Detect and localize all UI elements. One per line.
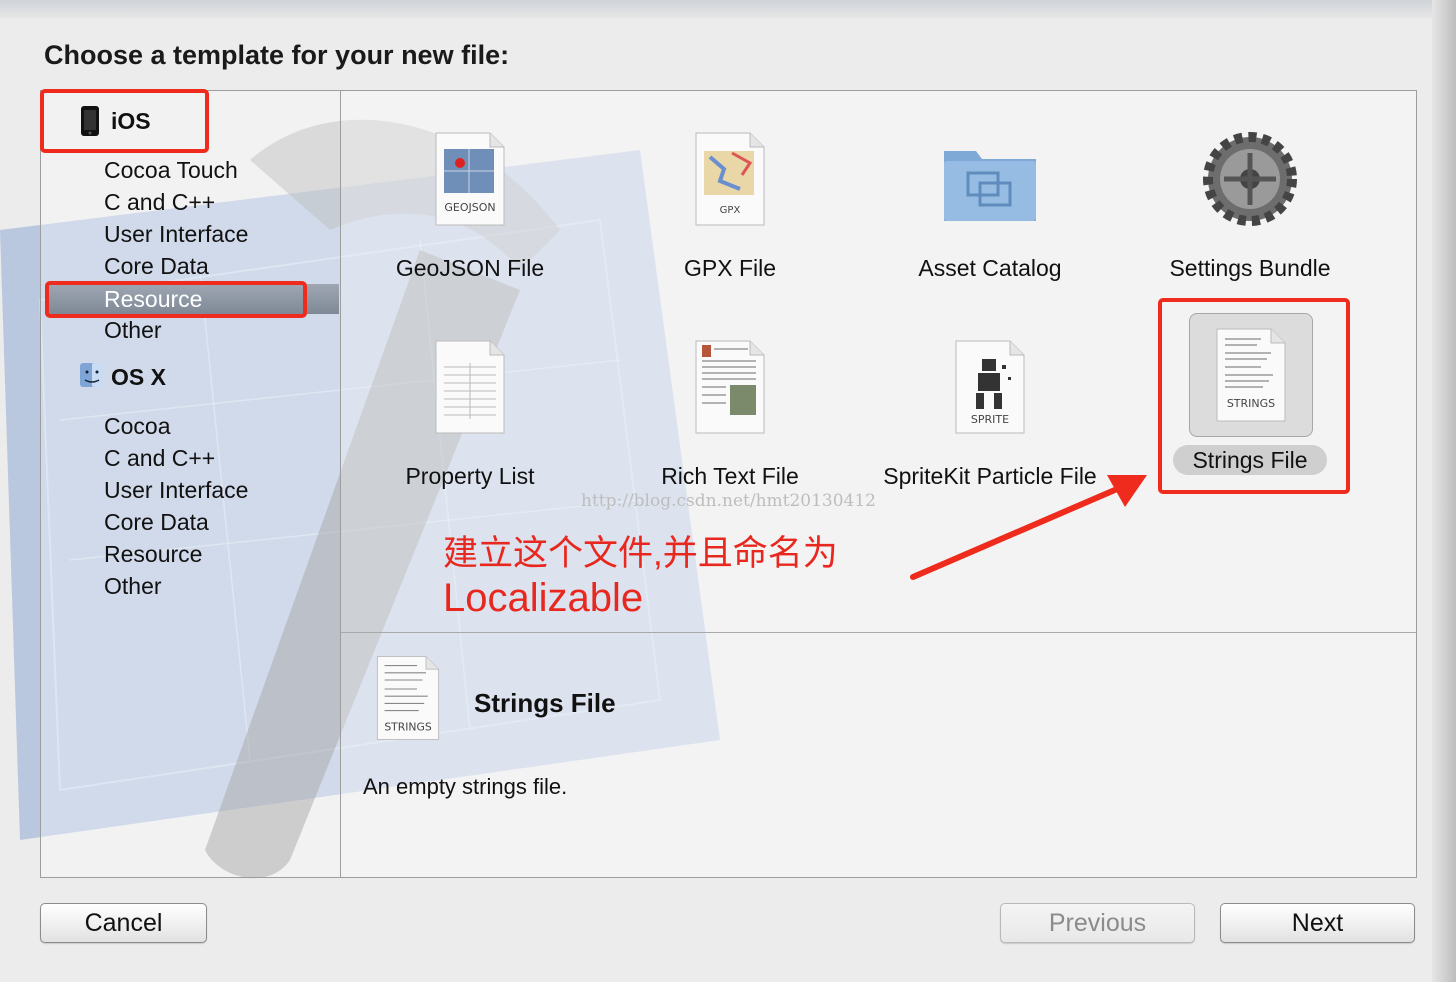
template-settings-bundle[interactable]: Settings Bundle (1130, 109, 1370, 289)
geojson-badge: GEOJSON (444, 201, 495, 214)
sidebar-item-core-data-osx[interactable]: Core Data (104, 509, 209, 536)
strings-document-icon: STRINGS (376, 656, 440, 740)
gpx-document-icon: GPX (695, 132, 765, 226)
sidebar-item-c-and-cpp[interactable]: C and C++ (104, 189, 215, 216)
highlight-strings-file-box (1158, 298, 1350, 494)
template-label: GeoJSON File (395, 255, 545, 281)
gpx-badge: GPX (720, 205, 741, 216)
cancel-button[interactable]: Cancel (40, 903, 207, 943)
template-property-list[interactable]: Property List (350, 317, 590, 497)
annotation-text-line1: 建立这个文件,并且命名为 (443, 534, 838, 573)
sprite-document-icon: SPRITE (955, 340, 1025, 434)
rich-text-document-icon (695, 340, 765, 434)
window-title-strip (0, 0, 1456, 18)
property-list-document-icon (435, 340, 505, 434)
template-rich-text-file[interactable]: Rich Text File (610, 317, 850, 497)
window-right-edge (1432, 0, 1456, 982)
page-title: Choose a template for your new file: (44, 40, 510, 70)
annotation-arrow-icon (910, 475, 1147, 580)
next-button[interactable]: Next (1220, 903, 1415, 943)
detail-badge: STRINGS (384, 720, 432, 733)
annotation-text-line2: Localizable (443, 576, 644, 620)
sidebar-item-user-interface[interactable]: User Interface (104, 221, 248, 248)
finder-icon (79, 361, 104, 393)
template-label: GPX File (683, 255, 777, 281)
detail-title: Strings File (474, 688, 616, 718)
sidebar-item-cocoa-touch[interactable]: Cocoa Touch (104, 157, 238, 184)
geojson-document-icon: GEOJSON (435, 132, 505, 226)
detail-description: An empty strings file. (363, 774, 568, 799)
gear-icon (1203, 132, 1297, 226)
template-category-sidebar: iOS Cocoa Touch C and C++ User Interface… (40, 90, 341, 878)
sidebar-item-other[interactable]: Other (104, 317, 162, 344)
sidebar-item-cocoa[interactable]: Cocoa (104, 413, 170, 440)
highlight-ios-box (40, 89, 209, 153)
sprite-badge: SPRITE (971, 413, 1009, 426)
watermark-url: http://blog.csdn.net/hmt20130412 (581, 491, 876, 511)
template-label: Rich Text File (661, 463, 799, 489)
sidebar-group-label: OS X (111, 363, 166, 390)
highlight-resource-box (45, 281, 307, 318)
sidebar-item-c-and-cpp-osx[interactable]: C and C++ (104, 445, 215, 472)
template-geojson-file[interactable]: GEOJSON GeoJSON File (350, 109, 590, 289)
sidebar-item-user-interface-osx[interactable]: User Interface (104, 477, 248, 504)
sidebar-item-core-data[interactable]: Core Data (104, 253, 209, 280)
previous-button[interactable]: Previous (1000, 903, 1195, 943)
detail-divider (341, 632, 1416, 633)
template-label: Settings Bundle (1169, 255, 1331, 281)
template-asset-catalog[interactable]: Asset Catalog (870, 109, 1110, 289)
sidebar-group-osx[interactable]: OS X (79, 361, 166, 393)
sidebar-item-other-osx[interactable]: Other (104, 573, 162, 600)
template-gpx-file[interactable]: GPX GPX File (610, 109, 850, 289)
sidebar-item-resource-osx[interactable]: Resource (104, 541, 202, 568)
template-label: Property List (405, 463, 535, 489)
template-label: Asset Catalog (918, 255, 1062, 281)
folder-icon (944, 151, 1036, 221)
